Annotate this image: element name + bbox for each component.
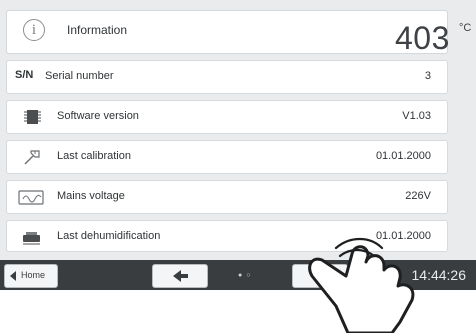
pointing-hand-icon: [308, 237, 415, 333]
